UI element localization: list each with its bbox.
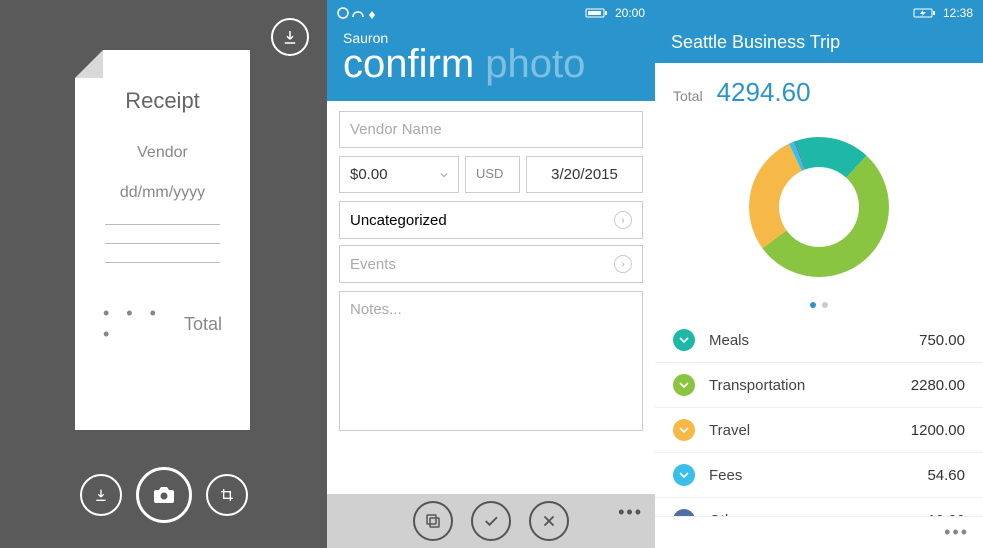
category-name: Fees bbox=[709, 467, 927, 484]
more-button[interactable]: ••• bbox=[944, 522, 969, 543]
receipt-scan-screen: Receipt Vendor dd/mm/yyyy • • • • Total bbox=[0, 0, 327, 548]
category-amount: 750.00 bbox=[919, 332, 965, 349]
more-button[interactable]: ••• bbox=[618, 502, 643, 523]
total-value: 4294.60 bbox=[717, 77, 811, 108]
receipt-total-row: • • • • Total bbox=[103, 303, 222, 345]
bottom-toolbar bbox=[0, 467, 327, 523]
total-row: Total 4294.60 bbox=[655, 63, 983, 114]
import-button[interactable] bbox=[80, 474, 122, 516]
total-label: Total bbox=[184, 314, 222, 335]
category-dot-icon bbox=[673, 329, 695, 351]
confirm-screen: 20:00 Sauron confirm photo Vendor Name $… bbox=[327, 0, 655, 548]
page-title: confirm photo bbox=[343, 42, 639, 87]
status-bar: 12:38 bbox=[655, 0, 983, 26]
receipt-title: Receipt bbox=[93, 88, 232, 114]
header: Sauron confirm photo bbox=[327, 26, 655, 101]
expense-form: Vendor Name $0.00 USD 3/20/2015 Uncatego… bbox=[327, 101, 655, 494]
category-dot-icon bbox=[673, 374, 695, 396]
category-row[interactable]: Fees 54.60 bbox=[655, 453, 983, 498]
vendor-name-input[interactable]: Vendor Name bbox=[339, 111, 643, 148]
line-item bbox=[105, 243, 220, 244]
page-dot bbox=[822, 302, 828, 308]
category-row[interactable]: Other 10.00 bbox=[655, 498, 983, 516]
category-name: Travel bbox=[709, 422, 911, 439]
status-time: 20:00 bbox=[615, 6, 645, 20]
status-bar: 20:00 bbox=[327, 0, 655, 26]
total-label: Total bbox=[673, 88, 703, 104]
currency-select[interactable]: USD bbox=[465, 156, 520, 193]
amount-input[interactable]: $0.00 bbox=[339, 156, 459, 193]
category-name: Meals bbox=[709, 332, 919, 349]
battery-icon bbox=[585, 7, 609, 19]
action-bar: ••• bbox=[327, 494, 655, 548]
status-icons-left bbox=[337, 7, 387, 19]
vendor-label: Vendor bbox=[93, 144, 232, 162]
dropdown-caret-icon bbox=[440, 171, 448, 179]
cancel-button[interactable] bbox=[529, 501, 569, 541]
tab-photo[interactable]: photo bbox=[485, 42, 585, 86]
app-bar: ••• bbox=[655, 516, 983, 548]
date-input[interactable]: 3/20/2015 bbox=[526, 156, 643, 193]
tab-confirm[interactable]: confirm bbox=[343, 42, 474, 86]
download-button-top[interactable] bbox=[271, 18, 309, 56]
category-name: Transportation bbox=[709, 377, 911, 394]
category-row[interactable]: Transportation 2280.00 bbox=[655, 363, 983, 408]
category-select[interactable]: Uncategorized › bbox=[339, 201, 643, 239]
donut-chart bbox=[655, 114, 983, 296]
line-item bbox=[105, 224, 220, 225]
battery-charging-icon bbox=[913, 7, 937, 19]
camera-button[interactable] bbox=[136, 467, 192, 523]
page-indicator[interactable] bbox=[655, 296, 983, 318]
category-amount: 2280.00 bbox=[911, 377, 965, 394]
confirm-button[interactable] bbox=[471, 501, 511, 541]
category-dot-icon bbox=[673, 419, 695, 441]
chevron-right-icon: › bbox=[614, 211, 632, 229]
dots: • • • • bbox=[103, 303, 184, 345]
line-item bbox=[105, 262, 220, 263]
category-dot-icon bbox=[673, 509, 695, 516]
chevron-right-icon: › bbox=[614, 255, 632, 273]
notes-textarea[interactable]: Notes... bbox=[339, 291, 643, 431]
trip-summary-screen: 12:38 Seattle Business Trip Total 4294.6… bbox=[655, 0, 983, 548]
category-row[interactable]: Meals 750.00 bbox=[655, 318, 983, 363]
crop-button[interactable] bbox=[206, 474, 248, 516]
status-time: 12:38 bbox=[943, 6, 973, 20]
category-amount: 1200.00 bbox=[911, 422, 965, 439]
receipt-placeholder: Receipt Vendor dd/mm/yyyy • • • • Total bbox=[75, 50, 250, 430]
category-amount: 54.60 bbox=[927, 467, 965, 484]
category-list: Meals 750.00 Transportation 2280.00 Trav… bbox=[655, 318, 983, 516]
donut-segment bbox=[749, 144, 802, 248]
header: Seattle Business Trip bbox=[655, 26, 983, 63]
paper-fold bbox=[75, 50, 103, 78]
page-dot-active bbox=[810, 302, 816, 308]
trip-title: Seattle Business Trip bbox=[671, 32, 967, 53]
category-row[interactable]: Travel 1200.00 bbox=[655, 408, 983, 453]
date-placeholder: dd/mm/yyyy bbox=[93, 184, 232, 202]
copy-button[interactable] bbox=[413, 501, 453, 541]
category-dot-icon bbox=[673, 464, 695, 486]
events-select[interactable]: Events › bbox=[339, 245, 643, 283]
